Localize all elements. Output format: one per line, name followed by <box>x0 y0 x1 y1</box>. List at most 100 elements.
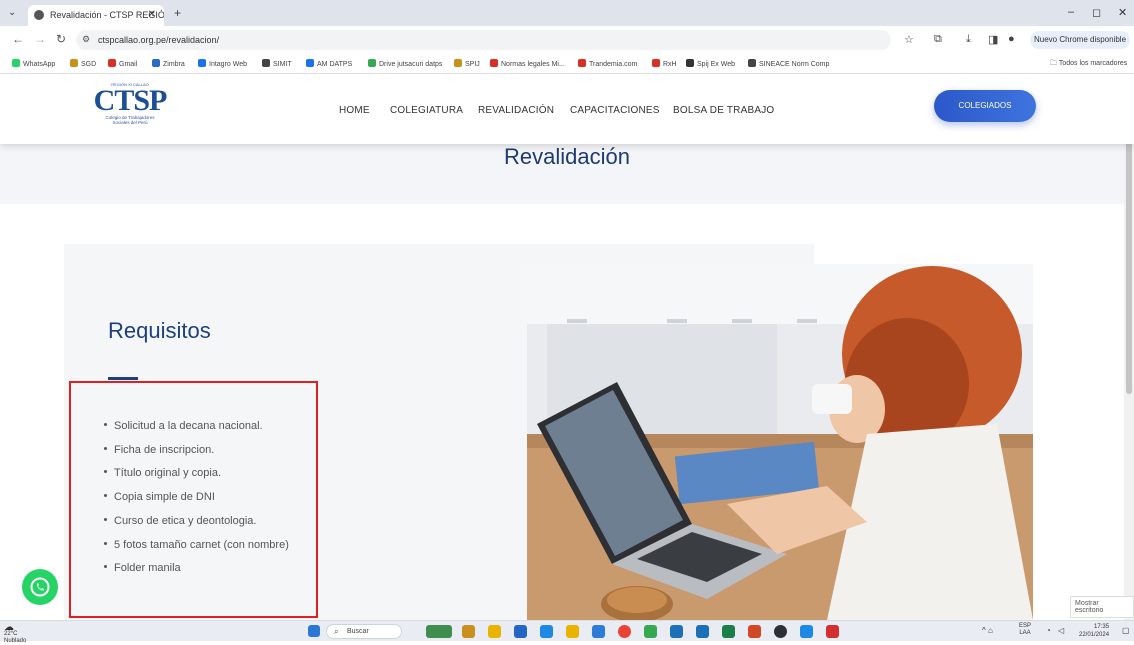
clock-date: 22/01/2024 <box>1079 632 1110 638</box>
logo-sub2: Sociales del Perú <box>112 120 148 125</box>
bookmark-label: Drive jutsacuri datps <box>379 61 443 68</box>
app-icon[interactable] <box>774 625 787 638</box>
forward-arrow-icon[interactable]: → <box>34 32 46 46</box>
wifi-icon[interactable]: ◔ <box>1046 626 1051 635</box>
app-icon[interactable] <box>514 625 527 638</box>
lang-bottom: LAA <box>1019 630 1031 636</box>
bookmark-item[interactable]: Spij Ex Web <box>686 59 735 68</box>
whatsapp-float-button[interactable] <box>22 569 58 605</box>
bookmark-item[interactable]: AM DATPS <box>306 59 352 68</box>
excel-icon[interactable] <box>722 625 735 638</box>
windows-taskbar: ☁ 22°C Nublado ⌕ Buscar ^ ⌂ ESP LAA ◔ ◁ … <box>0 620 1134 644</box>
site-info-icon[interactable]: ⚙ <box>82 34 90 45</box>
pdf-icon[interactable] <box>826 625 839 638</box>
all-bookmarks-folder[interactable]: 🗀 Todos los marcadores <box>1050 59 1127 70</box>
reload-icon[interactable]: ↻ <box>56 32 66 46</box>
drive-icon <box>368 59 376 67</box>
browser-tab[interactable]: Revalidación - CTSP REGIÓN XI ✕ <box>28 5 164 26</box>
red-highlight-box <box>69 381 318 618</box>
simit-icon <box>262 59 270 67</box>
bookmark-item[interactable]: SINEACE Norm Comp <box>748 59 829 68</box>
windows-start-icon[interactable] <box>308 625 320 637</box>
bookmark-item[interactable]: Normas legales Mi... <box>490 59 565 68</box>
tab-search-icon[interactable]: ⌄ <box>8 7 16 18</box>
app-icon[interactable] <box>592 625 605 638</box>
bookmark-star-icon[interactable]: ☆ <box>904 33 914 46</box>
bookmark-label: Normas legales Mi... <box>501 61 565 68</box>
outlook-icon[interactable] <box>696 625 709 638</box>
taskbar-search[interactable]: ⌕ Buscar <box>326 624 402 639</box>
page-scrollbar[interactable] <box>1124 74 1134 620</box>
search-label: Buscar <box>347 628 369 635</box>
bookmark-item[interactable]: SGD <box>70 59 96 68</box>
notification-icon[interactable]: ▢ <box>1122 626 1130 635</box>
bookmark-item[interactable]: Trandemia.com <box>578 59 637 68</box>
system-tray[interactable]: ^ ⌂ <box>982 626 993 635</box>
bookmark-label: SINEACE Norm Comp <box>759 61 830 68</box>
intagro-icon <box>198 59 206 67</box>
nav-colegiatura[interactable]: COLEGIATURA <box>390 105 463 116</box>
new-tab-button[interactable]: + <box>174 6 181 20</box>
bookmark-item[interactable]: Gmail <box>108 59 137 68</box>
bookmark-label: SGD <box>81 61 97 68</box>
sineace-icon <box>748 59 756 67</box>
app-icon[interactable] <box>540 625 553 638</box>
bookmark-label: Zimbra <box>163 61 185 68</box>
side-panel-icon[interactable]: ◨ <box>988 33 998 46</box>
chrome-update-button[interactable]: Nuevo Chrome disponible <box>1030 31 1130 49</box>
bookmark-label: RxH <box>663 61 677 68</box>
requirements-title: Requisitos <box>108 318 211 343</box>
bookmark-label: Spij Ex Web <box>697 61 735 68</box>
bookmark-item[interactable]: RxH <box>652 59 677 68</box>
language-indicator[interactable]: ESP LAA <box>1019 623 1031 637</box>
chrome-icon[interactable] <box>618 625 631 638</box>
page-title: Revalidación <box>504 144 630 169</box>
window-close-button[interactable]: ✕ <box>1118 6 1127 19</box>
rxh-icon <box>652 59 660 67</box>
bookmark-label: Gmail <box>119 61 138 68</box>
app-icon[interactable] <box>670 625 683 638</box>
browser-tab-strip: ⌄ Revalidación - CTSP REGIÓN XI ✕ + – ◻ … <box>0 0 1134 26</box>
colegiados-button[interactable]: COLEGIADOS <box>934 90 1036 122</box>
tab-close-icon[interactable]: ✕ <box>148 9 156 20</box>
extensions-icon[interactable]: ⧉ <box>934 33 942 46</box>
clock-time: 17:35 <box>1094 624 1110 630</box>
spij-icon <box>454 59 462 67</box>
app-icon[interactable] <box>462 625 475 638</box>
bookmark-label: Intagro Web <box>209 61 248 68</box>
bookmark-label: SPIJ <box>465 61 480 68</box>
window-maximize-button[interactable]: ◻ <box>1092 6 1101 19</box>
app-icon[interactable] <box>800 625 813 638</box>
bookmark-item[interactable]: Intagro Web <box>198 59 247 68</box>
powerpoint-icon[interactable] <box>748 625 761 638</box>
ctsp-logo[interactable]: REGIÓN XI CALLAO CTSP Colegio de Trabaja… <box>84 82 176 140</box>
bookmark-item[interactable]: SIMIT <box>262 59 292 68</box>
folder-icon[interactable] <box>566 625 579 638</box>
bookmark-item[interactable]: Zimbra <box>152 59 185 68</box>
bookmark-item[interactable]: WhatsApp <box>12 59 55 68</box>
back-arrow-icon[interactable]: ← <box>12 32 24 46</box>
profile-avatar-icon[interactable]: ● <box>1008 33 1015 45</box>
sgd-icon <box>70 59 78 67</box>
url-text[interactable]: ctspcallao.org.pe/revalidacion/ <box>98 35 219 45</box>
weather-widget[interactable]: ☁ 22°C Nublado <box>4 622 26 645</box>
volume-icon[interactable]: ◁ <box>1058 626 1064 635</box>
nav-capacitaciones[interactable]: CAPACITACIONES <box>570 105 660 116</box>
download-icon[interactable]: ⤓ <box>966 33 971 46</box>
bookmark-item[interactable]: Drive jutsacuri datps <box>368 59 442 68</box>
trandemia-icon <box>578 59 586 67</box>
taskbar-clock[interactable]: 17:35 22/01/2024 <box>1079 623 1109 639</box>
bookmark-item[interactable]: SPIJ <box>454 59 480 68</box>
cloud-icon: ☁ <box>4 622 14 633</box>
show-desktop-tooltip: Mostrar escritorio <box>1070 596 1134 618</box>
nav-home[interactable]: HOME <box>339 105 370 116</box>
tab-favicon-icon <box>34 10 44 20</box>
am-datps-icon <box>306 59 314 67</box>
explorer-icon[interactable] <box>488 625 501 638</box>
nav-revalidacion[interactable]: REVALIDACIÓN <box>478 105 554 116</box>
nav-bolsa-de-trabajo[interactable]: BOLSA DE TRABAJO <box>673 105 774 116</box>
app-icon[interactable] <box>644 625 657 638</box>
window-minimize-button[interactable]: – <box>1068 6 1074 18</box>
widgets-icon[interactable] <box>426 625 452 638</box>
folder-icon: 🗀 <box>1050 60 1059 67</box>
